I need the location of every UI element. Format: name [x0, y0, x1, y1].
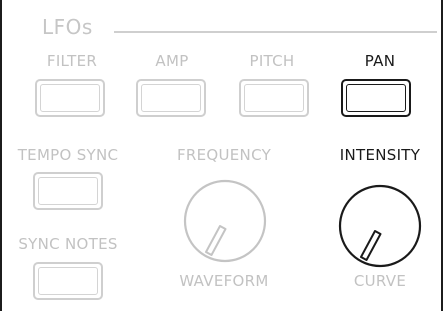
tempo-sync-label: TEMPO SYNC: [17, 146, 119, 164]
lfo-panel: LFOs FILTER AMP PITCH PAN TEMPO SYNC SYN…: [0, 0, 443, 311]
title-divider: [114, 31, 437, 33]
tempo-sync-button[interactable]: [33, 172, 103, 210]
pan-button[interactable]: [341, 79, 411, 117]
filter-label: FILTER: [46, 52, 98, 70]
amp-label: AMP: [155, 52, 189, 70]
pan-label: PAN: [364, 52, 396, 70]
section-title: LFOs: [42, 15, 93, 39]
sync-notes-button[interactable]: [33, 262, 103, 300]
amp-button[interactable]: [136, 79, 206, 117]
waveform-label: WAVEFORM: [179, 272, 269, 290]
sync-notes-label: SYNC NOTES: [18, 235, 118, 253]
filter-button[interactable]: [35, 79, 105, 117]
intensity-knob[interactable]: [337, 183, 423, 269]
frequency-knob[interactable]: [182, 178, 268, 264]
pitch-label: PITCH: [249, 52, 295, 70]
frequency-label: FREQUENCY: [176, 146, 272, 164]
curve-label: CURVE: [353, 272, 407, 290]
intensity-label: INTENSITY: [339, 146, 421, 164]
pitch-button[interactable]: [239, 79, 309, 117]
